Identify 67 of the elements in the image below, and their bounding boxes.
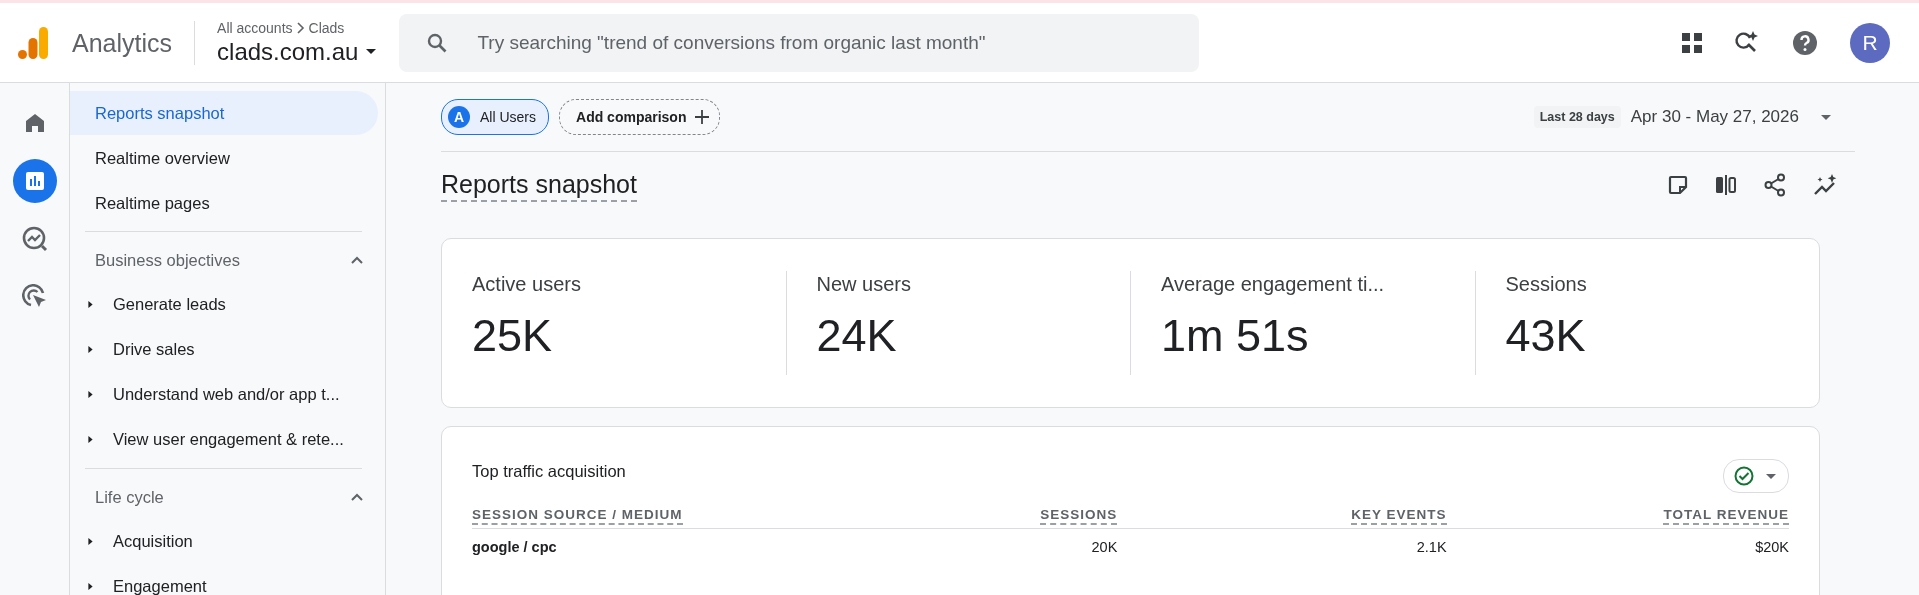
- caret-icon: [87, 581, 94, 592]
- caret-icon: [1821, 114, 1831, 120]
- rail-tab[interactable]: [12, 159, 57, 203]
- sidebar-item[interactable]: Generate leads: [70, 282, 378, 327]
- caret-icon: [1766, 473, 1776, 479]
- metric-value: 43K: [1505, 310, 1586, 362]
- avatar[interactable]: R: [1850, 22, 1890, 63]
- card-title: Top traffic acquisition: [472, 461, 626, 481]
- page-title: Reports snapshot: [441, 168, 637, 202]
- metric-label[interactable]: New users: [816, 273, 911, 296]
- bar-chart-icon[interactable]: [24, 171, 45, 191]
- search-icon: [427, 32, 448, 53]
- sidebar-item[interactable]: Understand web and/or app t...: [70, 372, 378, 417]
- date-preset: Last 28 days: [1533, 106, 1621, 128]
- help-icon[interactable]: [1792, 29, 1818, 56]
- sidebar-item[interactable]: Acquisition: [70, 519, 378, 564]
- plus-icon: [695, 110, 710, 124]
- caret-icon: [87, 536, 94, 547]
- caret-icon: [87, 389, 94, 400]
- column-header[interactable]: KEY EVENTS: [1351, 507, 1447, 525]
- sidebar-item[interactable]: Realtime overview: [70, 136, 378, 180]
- column-header[interactable]: SESSIONS: [1040, 507, 1118, 525]
- sidebar-item[interactable]: View user engagement & rete...: [70, 417, 378, 462]
- section-header[interactable]: Business objectives: [70, 238, 363, 282]
- metric-label[interactable]: Sessions: [1505, 273, 1587, 296]
- apps-grid-icon[interactable]: [1682, 32, 1702, 53]
- metric-value: 1m 51s: [1161, 310, 1309, 362]
- search-field[interactable]: Try searching "trend of conversions from organic last month": [399, 13, 1200, 72]
- metric-label[interactable]: Active users: [472, 273, 581, 296]
- check-circle-icon: [1734, 466, 1754, 486]
- sparkle-trend-icon[interactable]: [1813, 174, 1839, 196]
- chevron-icon: [351, 493, 363, 501]
- logo-icon: [18, 26, 48, 59]
- caret-icon: [87, 299, 94, 310]
- metric-label[interactable]: Average engagement ti...: [1161, 273, 1385, 296]
- chevron-icon: [296, 21, 305, 34]
- column-header[interactable]: SESSION SOURCE / MEDIUM: [472, 507, 683, 525]
- table-cell: 20K: [1091, 539, 1118, 555]
- breadcrumb-link[interactable]: Clads: [308, 19, 345, 36]
- table-cell: 2.1K: [1416, 539, 1447, 555]
- add-comparison-button[interactable]: Add comparison: [559, 99, 721, 135]
- sidebar-item[interactable]: Drive sales: [70, 327, 378, 372]
- segment-chip[interactable]: A All Users: [441, 99, 549, 135]
- compare-columns-icon[interactable]: [1715, 174, 1737, 196]
- breadcrumb-link[interactable]: All accounts: [217, 19, 293, 36]
- home-icon[interactable]: [24, 113, 45, 133]
- table-cell: $20K: [1755, 539, 1789, 555]
- sidebar-item[interactable]: Engagement: [70, 564, 378, 595]
- segment-badge: A: [448, 106, 470, 128]
- caret-icon: [87, 344, 94, 355]
- dropdown-button[interactable]: [1723, 459, 1789, 493]
- table-cell: google / cpc: [472, 539, 557, 555]
- trend-chart-icon[interactable]: [21, 226, 48, 252]
- chevron-icon: [351, 256, 363, 264]
- caret-icon: [366, 49, 377, 54]
- product-name: Analytics: [72, 20, 196, 65]
- note-icon[interactable]: [1668, 175, 1688, 195]
- property-selector[interactable]: clads.com.au: [217, 37, 377, 66]
- date-range-button[interactable]: Apr 30 - May 27, 2026: [1630, 107, 1831, 127]
- share-icon[interactable]: [1764, 173, 1786, 197]
- metric-value: 25K: [472, 310, 553, 362]
- sidebar-item[interactable]: Reports snapshot: [70, 91, 378, 135]
- metric-value: 24K: [816, 310, 897, 362]
- caret-icon: [87, 434, 94, 445]
- column-header[interactable]: TOTAL REVENUE: [1663, 507, 1789, 525]
- section-header[interactable]: Life cycle: [70, 475, 363, 519]
- sidebar-item[interactable]: Realtime pages: [70, 181, 378, 225]
